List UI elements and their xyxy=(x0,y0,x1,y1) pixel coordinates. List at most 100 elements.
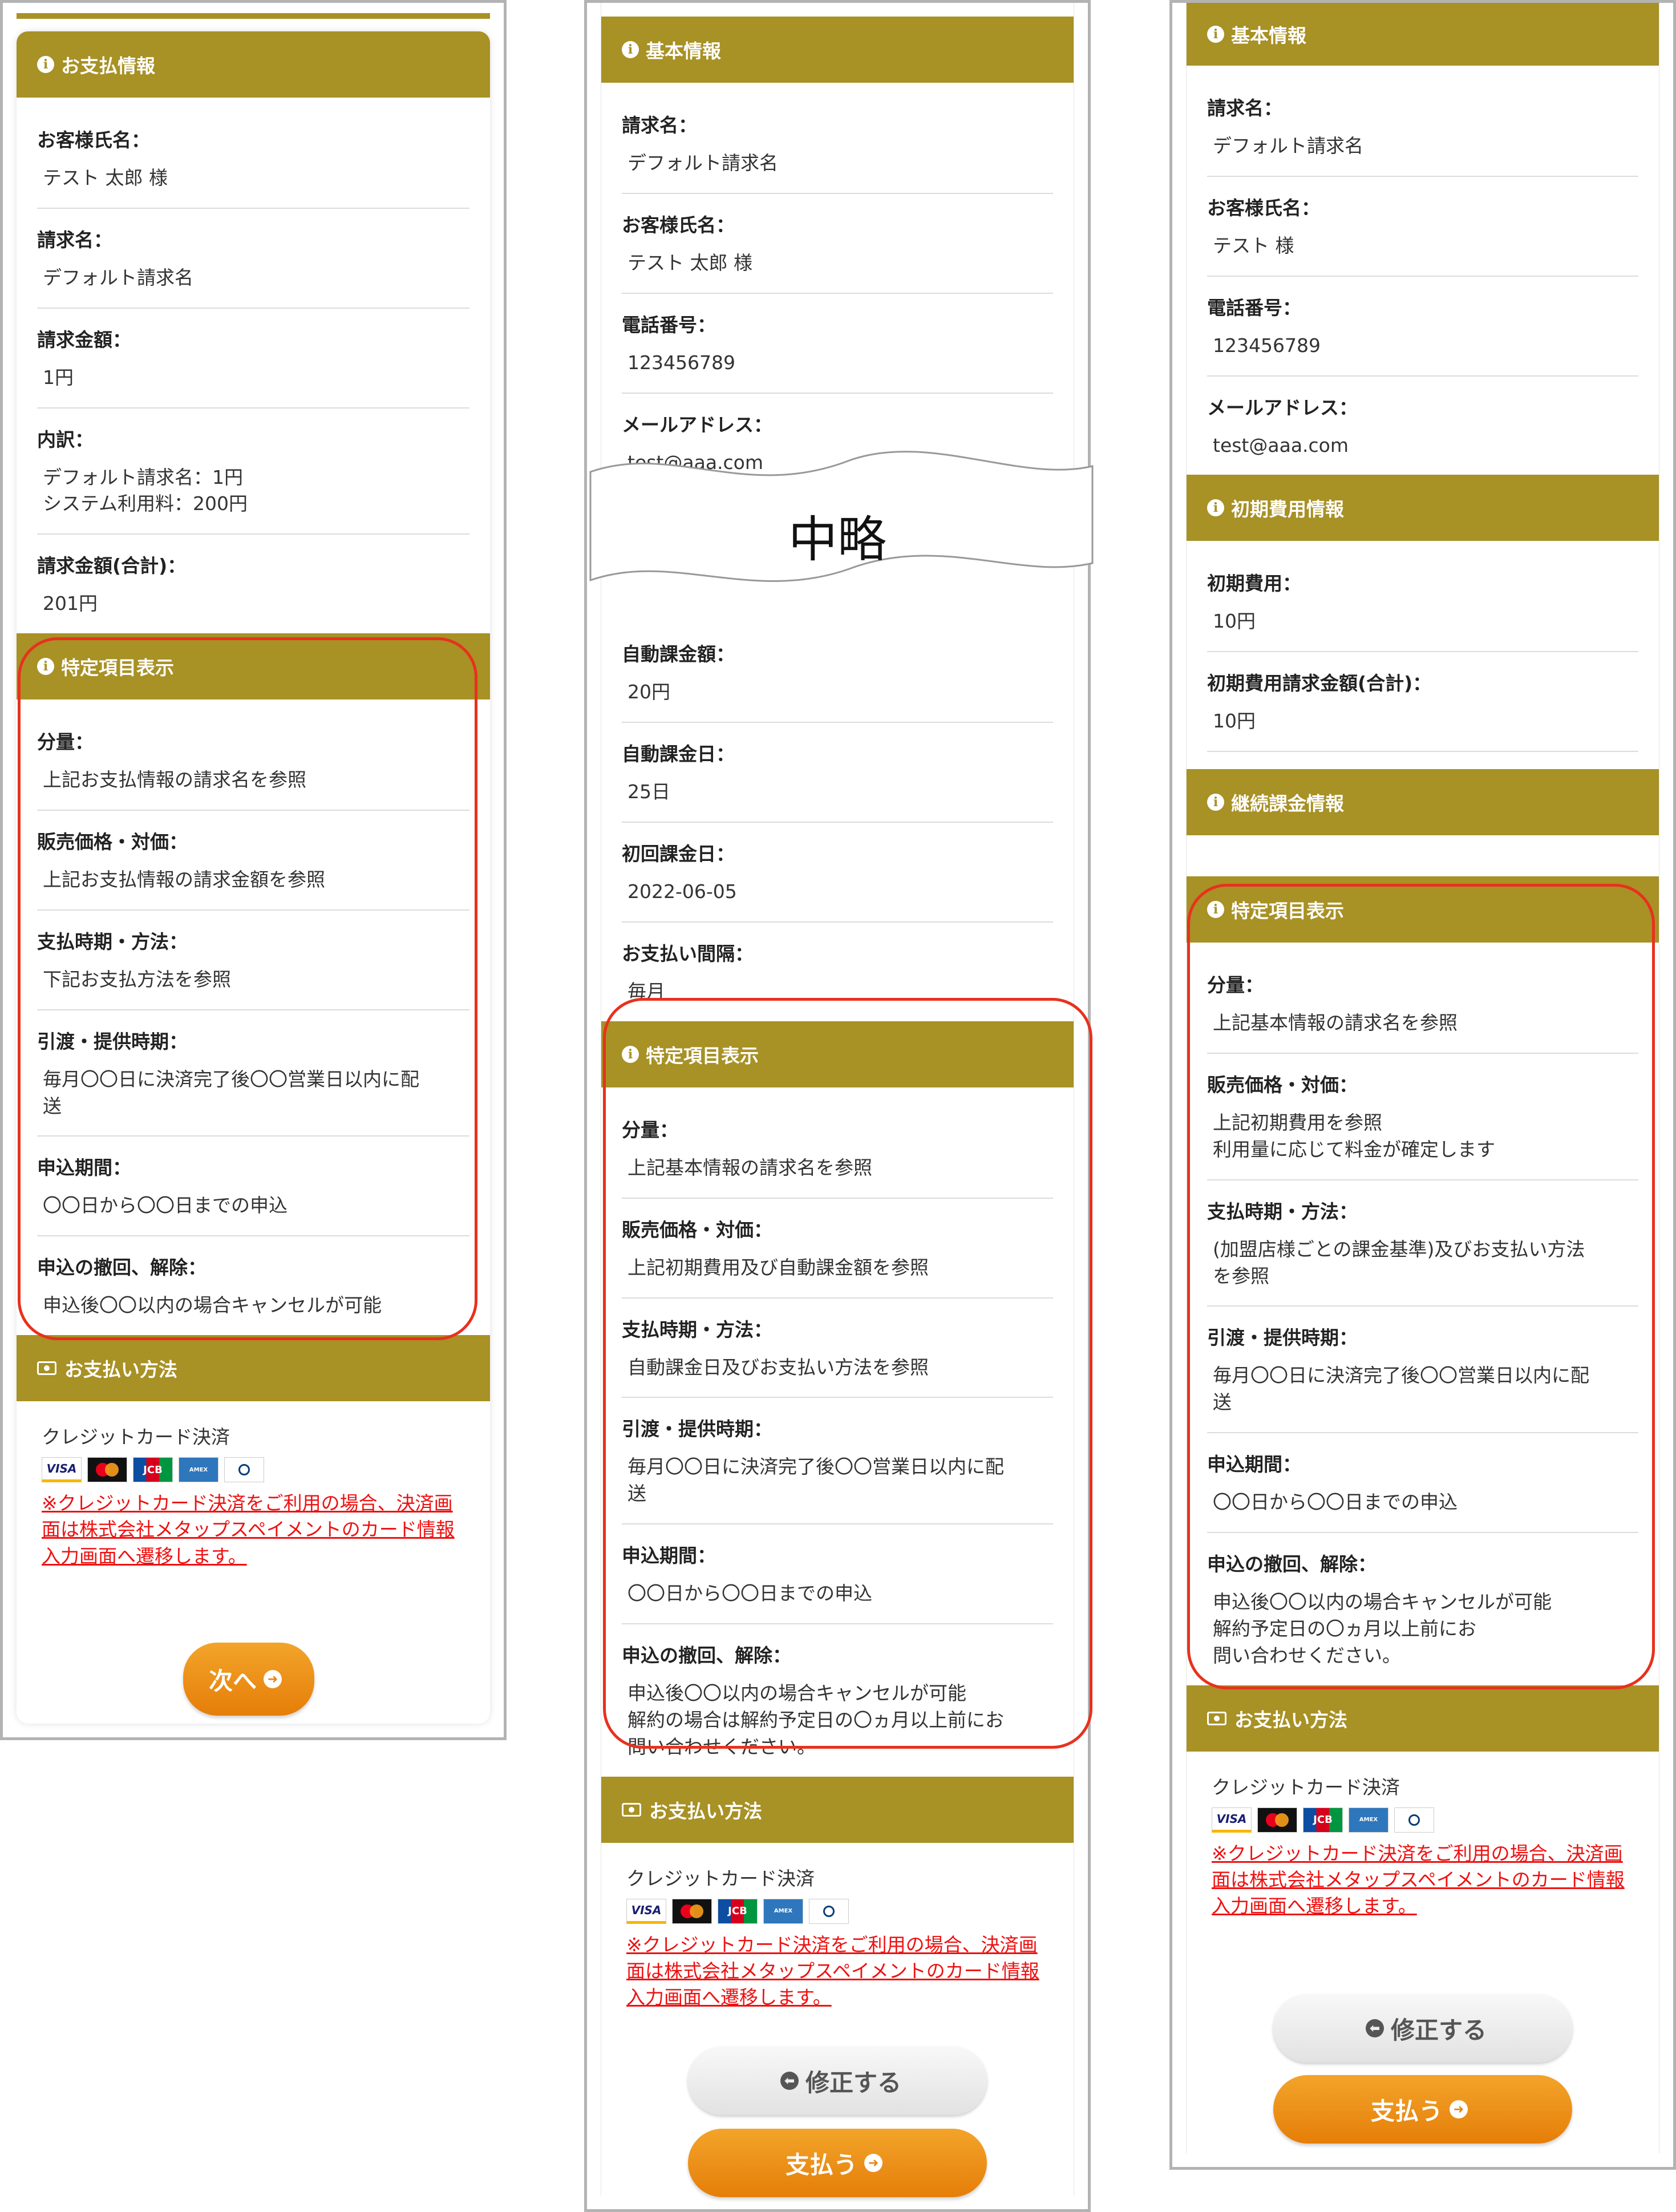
field-value: 申込後〇〇以内の場合キャンセルが可能 解約予定日の〇ヵ月以上前にお 問い合わせく… xyxy=(1213,1591,1552,1667)
field-label: 内訳： xyxy=(37,428,94,451)
field-value: 20円 xyxy=(628,681,670,703)
omission-label: 中略 xyxy=(788,511,886,568)
field-label: 電話番号： xyxy=(622,313,716,336)
money-icon xyxy=(622,1802,641,1817)
field-value: 上記基本情報の請求名を参照 xyxy=(628,1156,872,1179)
field-label: 支払時期・方法： xyxy=(37,930,188,953)
pay-button[interactable]: 支払う ➜ xyxy=(688,2129,987,2197)
field-value: 上記お支払情報の請求金額を参照 xyxy=(43,868,325,891)
info-icon: i xyxy=(1207,26,1224,43)
section-header-payment-info: i お支払情報 xyxy=(17,31,490,98)
field-value: 123456789 xyxy=(1213,334,1321,357)
field-label: お支払い間隔： xyxy=(622,943,754,965)
arrow-left-icon: ⬅ xyxy=(780,2072,799,2090)
card-brand-logos: VISA JCB AMEX xyxy=(1212,1807,1634,1833)
field-label: 申込の撤回、解除： xyxy=(1207,1553,1377,1576)
field-label: 申込の撤回、解除： xyxy=(37,1256,207,1279)
edit-button-label: 修正する xyxy=(805,2068,901,2097)
field-value: デフォルト請求名 xyxy=(43,266,193,289)
info-icon: i xyxy=(1207,499,1224,517)
field-label: 請求名： xyxy=(622,114,697,136)
money-icon xyxy=(1207,1711,1226,1725)
screen-payment-info: i お支払情報 お客様氏名： テスト 太郎 様 請求名： デフォルト請求名 請求金額… xyxy=(0,0,507,1740)
amex-logo: AMEX xyxy=(1349,1807,1388,1833)
field-value: 1円 xyxy=(43,366,74,389)
section-title: 基本情報 xyxy=(1231,25,1306,47)
info-icon: i xyxy=(622,41,639,58)
info-icon: i xyxy=(1207,901,1224,919)
field-label: お客様氏名： xyxy=(1207,196,1320,219)
field-value: (加盟店様ごとの課金基準)及びお支払い方法 を参照 xyxy=(1213,1238,1585,1287)
field-value: 201円 xyxy=(43,592,98,615)
jcb-logo: JCB xyxy=(133,1457,173,1483)
field-value: 上記お支払情報の請求名を参照 xyxy=(43,769,306,791)
edit-button[interactable]: ⬅ 修正する xyxy=(1273,1994,1572,2063)
mastercard-logo xyxy=(672,1898,712,1924)
section-header-payment-method: お支払い方法 xyxy=(601,1776,1074,1843)
arrow-right-icon: ➜ xyxy=(264,1670,282,1688)
field-value: 上記初期費用を参照 利用量に応じて料金が確定します xyxy=(1213,1111,1495,1160)
info-icon: i xyxy=(37,56,54,73)
section-header-basic-info: i 基本情報 xyxy=(601,17,1074,83)
edit-button[interactable]: ⬅ 修正する xyxy=(688,2047,987,2115)
field-label: 販売価格・対価： xyxy=(37,831,188,854)
section-header-specific-items: i 特定項目表示 xyxy=(17,633,490,700)
field-label: 引渡・提供時期： xyxy=(622,1418,772,1441)
field-label: 分量： xyxy=(1207,974,1264,997)
field-value: テスト 様 xyxy=(1213,234,1294,257)
info-icon: i xyxy=(37,658,54,676)
field-label: 自動課金日： xyxy=(622,743,735,766)
payment-redirect-note: ※クレジットカード決済をご利用の場合、決済画面は株式会社メタップスペイメントのカ… xyxy=(626,1933,1039,2008)
section-header-recurring-billing: i 継続課金情報 xyxy=(1187,769,1659,836)
payment-method-name: クレジットカード決済 xyxy=(42,1426,230,1449)
field-value: 申込後〇〇以内の場合キャンセルが可能 xyxy=(43,1294,382,1317)
card-brand-logos: VISA JCB AMEX xyxy=(626,1898,1048,1924)
arrow-left-icon: ⬅ xyxy=(1365,2019,1384,2037)
field-value: 〇〇日から〇〇日までの申込 xyxy=(43,1194,288,1217)
field-label: 引渡・提供時期： xyxy=(37,1030,188,1053)
edit-button-label: 修正する xyxy=(1390,2016,1487,2044)
field-label: メールアドレス： xyxy=(1207,396,1358,419)
pay-button[interactable]: 支払う ➜ xyxy=(1273,2075,1572,2144)
field-value: デフォルト請求名：1円 システム利用料：200円 xyxy=(43,466,248,515)
field-value: test@aaa.com xyxy=(1213,434,1349,456)
field-label: 初回課金日： xyxy=(622,843,735,866)
card-brand-logos: VISA JCB AMEX xyxy=(42,1457,465,1483)
section-title: お支払い方法 xyxy=(1234,1708,1347,1731)
field-value: 毎月〇〇日に決済完了後〇〇営業日以内に配 送 xyxy=(628,1455,1004,1505)
field-value: 2022-06-05 xyxy=(628,880,737,903)
field-label: メールアドレス： xyxy=(622,413,772,436)
field-label: 支払時期・方法： xyxy=(622,1318,772,1341)
field-value: 25日 xyxy=(628,781,670,803)
field-label: 販売価格・対価： xyxy=(1207,1074,1358,1097)
field-label: 請求名： xyxy=(1207,97,1282,119)
field-label: 請求金額： xyxy=(37,328,131,351)
field-value: 10円 xyxy=(1213,610,1256,633)
field-label: 分量： xyxy=(622,1118,678,1141)
payment-redirect-note: ※クレジットカード決済をご利用の場合、決済画面は株式会社メタップスペイメントのカ… xyxy=(1212,1842,1625,1917)
screen-usage-based-confirm: i 基本情報 請求名： デフォルト請求名 お客様氏名： テスト 様 電話番号： 123… xyxy=(1169,0,1676,2170)
amex-logo: AMEX xyxy=(179,1457,218,1483)
visa-logo: VISA xyxy=(626,1898,666,1924)
field-value: テスト 太郎 様 xyxy=(43,167,168,189)
field-value: 10円 xyxy=(1213,710,1256,733)
arrow-right-icon: ➜ xyxy=(1450,2100,1468,2118)
field-label: 初期費用請求金額(合計)： xyxy=(1207,672,1432,695)
field-value: 123456789 xyxy=(628,351,735,374)
next-button-label: 次へ xyxy=(208,1667,257,1695)
section-title: 特定項目表示 xyxy=(1231,900,1344,923)
section-title: お支払い方法 xyxy=(649,1799,762,1822)
jcb-logo: JCB xyxy=(718,1898,758,1924)
amex-logo: AMEX xyxy=(763,1898,803,1924)
mastercard-logo xyxy=(87,1457,127,1483)
section-header-payment-method: お支払い方法 xyxy=(17,1335,490,1402)
section-title: お支払情報 xyxy=(61,55,155,77)
field-value: 上記基本情報の請求名を参照 xyxy=(1213,1012,1458,1034)
next-button[interactable]: 次へ ➜ xyxy=(183,1643,314,1716)
confirm-card: i 基本情報 請求名： デフォルト請求名 お客様氏名： テスト 太郎 様 電話番号：… xyxy=(601,3,1074,2195)
field-label: 電話番号： xyxy=(1207,296,1301,319)
payment-redirect-note: ※クレジットカード決済をご利用の場合、決済画面は株式会社メタップスペイメントのカ… xyxy=(42,1492,455,1567)
field-label: 申込の撤回、解除： xyxy=(622,1644,791,1667)
arrow-right-icon: ➜ xyxy=(864,2154,882,2172)
visa-logo: VISA xyxy=(1212,1807,1252,1833)
